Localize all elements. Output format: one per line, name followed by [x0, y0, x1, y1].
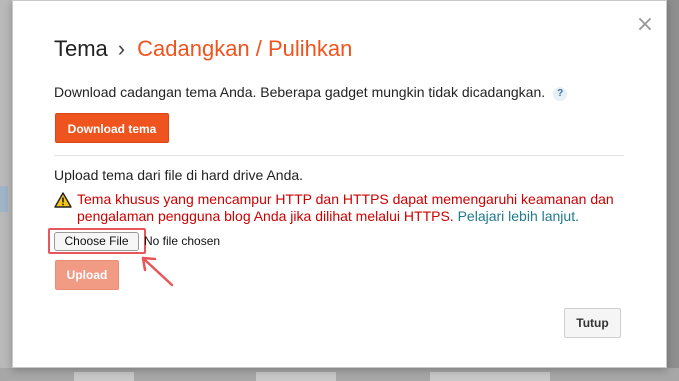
close-icon[interactable]: × — [635, 14, 655, 36]
learn-more-link[interactable]: Pelajari lebih lanjut. — [458, 208, 579, 224]
download-theme-button[interactable]: Download tema — [55, 113, 169, 143]
breadcrumb-separator: › — [117, 36, 126, 61]
section-divider — [54, 155, 624, 156]
background-bottom-strip — [0, 368, 679, 381]
dialog-title-main: Tema — [54, 36, 108, 61]
warning-icon — [54, 192, 72, 208]
choose-file-button[interactable]: Choose File — [54, 232, 139, 251]
annotation-arrow-icon — [141, 256, 174, 287]
dialog-title-sub: Cadangkan / Pulihkan — [137, 36, 353, 61]
file-status-text: No file chosen — [144, 234, 221, 248]
backup-description: Download cadangan tema Anda. Beberapa ga… — [54, 84, 568, 101]
backup-restore-dialog: × Tema › Cadangkan / Pulihkan Download cad… — [12, 0, 667, 368]
background-block — [256, 372, 336, 381]
upload-button[interactable]: Upload — [55, 260, 119, 290]
dialog-title: Tema › Cadangkan / Pulihkan — [54, 36, 352, 62]
help-icon[interactable]: ? — [553, 87, 568, 101]
backup-description-text: Download cadangan tema Anda. Beberapa ga… — [54, 84, 546, 100]
background-sidebar-mark — [0, 186, 8, 212]
upload-description: Upload tema dari file di hard drive Anda… — [54, 167, 304, 183]
mixed-content-warning: Tema khusus yang mencampur HTTP dan HTTP… — [77, 191, 637, 225]
close-dialog-button[interactable]: Tutup — [564, 308, 621, 338]
background-block — [74, 372, 134, 381]
background-block — [430, 372, 550, 381]
